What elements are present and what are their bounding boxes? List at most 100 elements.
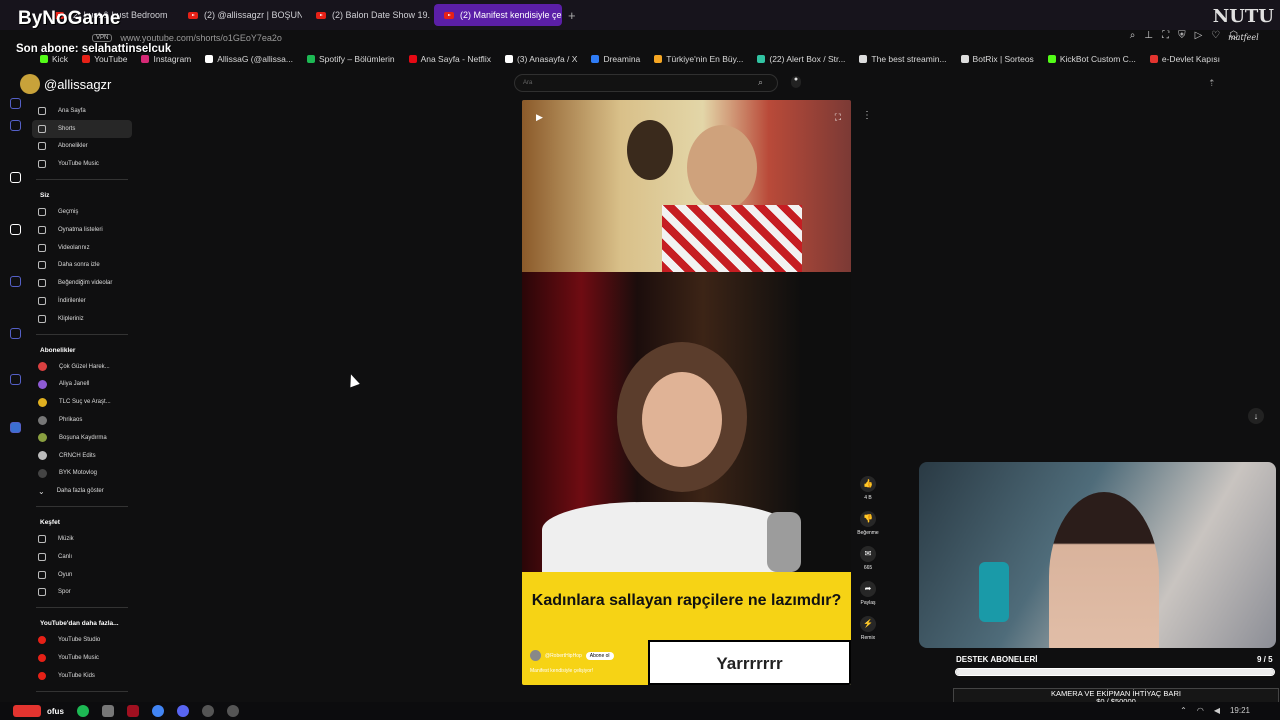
volume-icon[interactable]: ◀ — [1214, 706, 1220, 715]
search-input[interactable]: Ara — [514, 74, 778, 92]
comments-button[interactable]: ✉ 665 — [855, 546, 881, 575]
x-icon[interactable] — [10, 224, 21, 235]
fullscreen-icon[interactable]: ⛶ — [835, 112, 841, 123]
section-you[interactable]: Siz — [32, 186, 132, 203]
tab-4-active[interactable]: (2) Manifest kendisiyle çe — [434, 4, 562, 26]
bookmark-item[interactable]: (22) Alert Box / Str... — [757, 54, 845, 64]
subscribe-button[interactable]: Abone ol — [585, 651, 614, 660]
explorer-icon[interactable] — [101, 705, 114, 717]
sidebar-item[interactable]: Phrikaos — [32, 411, 132, 429]
sidebar-item[interactable]: İndirilenler — [32, 292, 132, 310]
tab-3[interactable]: (2) Balon Date Show 19. — [306, 4, 430, 26]
share-button[interactable]: ➦ Paylaş — [855, 581, 881, 610]
bookmark-item[interactable]: KickBot Custom C... — [1047, 54, 1136, 64]
start-icon[interactable] — [13, 705, 41, 717]
vpn-badge[interactable]: VPN — [92, 34, 113, 42]
section-more-from-youtube[interactable]: YouTube'dan daha fazla... — [32, 614, 132, 631]
sidebar-item[interactable]: Daha sonra izle — [32, 257, 132, 275]
pin-icon[interactable]: ⊥ — [1144, 30, 1153, 41]
screenshot-icon[interactable]: ⛶ — [1162, 30, 1169, 41]
bookmark-item[interactable]: The best streamin... — [859, 54, 947, 64]
clock[interactable]: 19:21 — [1230, 706, 1250, 715]
sidebar-item[interactable]: BYK Motovlog — [32, 465, 132, 483]
sidebar-item[interactable]: Shorts — [32, 119, 132, 138]
bookmark-icon — [757, 55, 766, 63]
next-short-button[interactable]: ↓ — [1248, 408, 1264, 424]
microphone-icon[interactable]: ● — [791, 76, 801, 88]
chevron-up-icon[interactable]: ⌃ — [1180, 706, 1187, 715]
rail-icon[interactable] — [10, 172, 21, 183]
sidebar-item[interactable]: Abonelikler — [32, 138, 132, 156]
sidebar-item[interactable]: Ana Sayfa — [32, 102, 132, 120]
bookmark-item[interactable]: (3) Anasayfa / X — [504, 54, 577, 64]
rail-icon[interactable] — [10, 374, 21, 385]
chrome-icon[interactable] — [151, 705, 164, 717]
sidebar-item[interactable]: Geçmiş — [32, 203, 132, 221]
shield-icon[interactable]: ⛨ — [1178, 30, 1186, 41]
sidebar-item[interactable]: Oynatma listeleri — [32, 221, 132, 239]
bookmark-item[interactable]: Dreamina — [591, 54, 640, 64]
bookmark-item[interactable]: Kick — [40, 54, 68, 64]
youtube-icon — [38, 636, 46, 645]
bookmark-label: AllissaG (@allissa... — [217, 54, 293, 64]
sidebar-item[interactable]: YouTube Music — [32, 155, 132, 173]
section-subscriptions[interactable]: Abonelikler — [32, 341, 132, 358]
rail-icon[interactable] — [10, 328, 21, 339]
sidebar-item[interactable]: YouTube Music — [32, 649, 132, 667]
rail-icon[interactable] — [10, 98, 21, 109]
sidebar-item[interactable]: Aliya Janell — [32, 376, 132, 394]
upload-icon[interactable]: ⇡ — [1208, 78, 1216, 89]
bookmark-item[interactable]: Türkiye'nin En Büy... — [654, 54, 743, 64]
discord-icon[interactable] — [176, 705, 189, 717]
search-icon[interactable]: ⌕ — [758, 77, 763, 88]
video-description[interactable]: Manifest kendisiyle çelişiyor! — [530, 668, 593, 674]
sidebar-item[interactable]: Oyun — [32, 566, 132, 584]
show-more-button[interactable]: ⌄ Daha fazla göster — [32, 482, 132, 500]
wifi-icon[interactable]: ◠ — [1197, 706, 1204, 715]
clock-icon — [38, 261, 46, 270]
section-explore[interactable]: Keşfet — [32, 513, 132, 530]
rail-icon[interactable] — [10, 276, 21, 287]
sidebar-item[interactable]: YouTube Kids — [32, 667, 132, 685]
bookmark-item[interactable]: BotRix | Sorteos — [960, 54, 1034, 64]
bookmark-item[interactable]: Instagram — [141, 54, 191, 64]
sidebar-item[interactable]: Çok Güzel Harek... — [32, 358, 132, 376]
remix-button[interactable]: ⚡ Remix — [855, 616, 881, 645]
opera-icon[interactable] — [126, 705, 139, 717]
more-options-icon[interactable]: ⋮ — [862, 110, 872, 121]
bookmark-item[interactable]: e-Devlet Kapısı — [1149, 54, 1220, 64]
sidebar-item[interactable]: Canlı — [32, 548, 132, 566]
bookmark-item[interactable]: AllissaG (@allissa... — [205, 54, 293, 64]
like-button[interactable]: 👍 4 B — [855, 476, 881, 505]
video-icon — [38, 243, 46, 252]
sidebar-item[interactable]: YouTube Studio — [32, 631, 132, 649]
short-video-player[interactable]: ▶ ⛶ Kadınlara sallayan rapçilere ne lazı… — [522, 100, 851, 685]
tab-2[interactable]: (2) @allissagzr | BOŞUN — [178, 4, 302, 26]
sidebar-item[interactable]: Spor — [32, 584, 132, 602]
play-icon[interactable]: ▶ — [536, 112, 543, 123]
sidebar-item[interactable]: CRNCH Edits — [32, 447, 132, 465]
search-icon[interactable]: ⌕ — [1130, 30, 1136, 41]
sidebar-item[interactable]: Klipleriniz — [32, 310, 132, 328]
bookmark-item[interactable]: YouTube — [82, 54, 127, 64]
dislike-button[interactable]: 👎 Beğenme — [855, 511, 881, 540]
app-icon[interactable] — [226, 705, 239, 717]
sidebar-item[interactable]: TLC Suç ve Araşt... — [32, 393, 132, 411]
nutu-sub: matfeel — [1228, 33, 1259, 42]
spotify-icon[interactable] — [76, 705, 89, 717]
channel-avatar[interactable] — [530, 650, 541, 661]
bookmark-icon — [654, 55, 663, 63]
rail-icon[interactable] — [10, 422, 21, 433]
new-tab-button[interactable]: + — [568, 8, 576, 23]
rail-icon[interactable] — [10, 120, 21, 131]
sidebar-item[interactable]: Boşuna Kaydırma — [32, 429, 132, 447]
url-field[interactable]: www.youtube.com/shorts/o1GEoY7ea2o — [120, 33, 282, 43]
bookmark-item[interactable]: Spotify – Bölümlerin — [306, 54, 395, 64]
play-icon[interactable]: ▷ — [1195, 30, 1203, 41]
bookmark-item[interactable]: Ana Sayfa - Netflix — [408, 54, 491, 64]
sidebar-item[interactable]: Beğendiğim videolar — [32, 274, 132, 292]
app-icon[interactable] — [201, 705, 214, 717]
channel-name[interactable]: @RobertHipHop — [545, 653, 582, 659]
sidebar-item[interactable]: Videolarınız — [32, 239, 132, 257]
sidebar-item[interactable]: Müzik — [32, 530, 132, 548]
